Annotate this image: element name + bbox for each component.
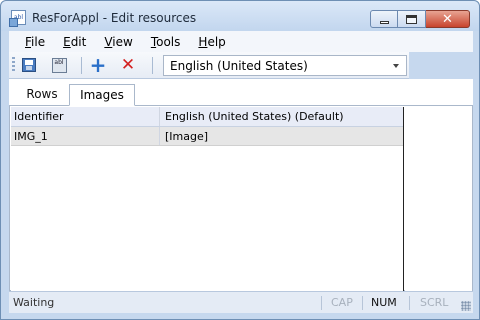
side-area: [405, 107, 472, 291]
caps-lock-indicator: CAP: [331, 296, 353, 309]
status-bar: Waiting CAP NUM SCRL: [9, 291, 473, 313]
delete-icon: ✕: [120, 55, 136, 75]
column-header-identifier[interactable]: Identifier: [11, 107, 160, 126]
toolbar-separator: [81, 57, 82, 74]
menu-bar: File Edit View Tools Help: [9, 31, 473, 52]
save-icon: [22, 58, 36, 72]
tab-strip: Rows Images: [9, 79, 473, 106]
column-header-english-default[interactable]: English (United States) (Default): [162, 107, 402, 126]
minimize-icon: [379, 20, 389, 24]
save-as-icon: abl: [51, 57, 67, 73]
table-row[interactable]: IMG_1 [Image]: [11, 127, 403, 146]
menu-help[interactable]: Help: [198, 35, 225, 49]
num-lock-indicator: NUM: [371, 296, 397, 309]
close-icon: ✕: [442, 11, 453, 27]
toolbar-separator: [152, 57, 153, 74]
caption-buttons: ✕: [370, 10, 470, 28]
menu-view[interactable]: View: [104, 35, 132, 49]
cell-identifier[interactable]: IMG_1: [11, 127, 160, 145]
add-button[interactable]: +: [89, 53, 107, 77]
app-resource-icon[interactable]: abl: [9, 10, 26, 27]
chevron-down-icon: [393, 64, 399, 68]
status-text: Waiting: [13, 296, 55, 309]
status-separator: [362, 296, 363, 310]
cell-value[interactable]: [Image]: [162, 127, 402, 145]
delete-button[interactable]: ✕: [119, 56, 137, 74]
status-separator: [409, 296, 410, 310]
toolbar-grip[interactable]: [12, 57, 15, 73]
resource-grid[interactable]: Identifier English (United States) (Defa…: [11, 107, 404, 291]
menu-file[interactable]: File: [25, 35, 45, 49]
tab-images[interactable]: Images: [69, 84, 135, 106]
menu-tools[interactable]: Tools: [151, 35, 181, 49]
maximize-button[interactable]: [398, 10, 426, 28]
menu-edit[interactable]: Edit: [63, 35, 86, 49]
minimize-button[interactable]: [370, 10, 398, 28]
close-button[interactable]: ✕: [426, 10, 470, 28]
language-select-value: English (United States): [170, 58, 308, 73]
tab-rows[interactable]: Rows: [13, 84, 71, 106]
save-as-button[interactable]: abl: [50, 56, 68, 74]
toolbar: abl + ✕ English (United States): [9, 52, 409, 79]
language-select[interactable]: English (United States): [163, 55, 407, 76]
images-panel: Identifier English (United States) (Defa…: [9, 106, 473, 291]
add-icon: +: [89, 53, 107, 77]
window-title: ResForAppl - Edit resources: [32, 11, 197, 25]
status-separator: [321, 296, 322, 310]
scroll-lock-indicator: SCRL: [420, 296, 449, 309]
grid-header: Identifier English (United States) (Defa…: [11, 107, 403, 127]
app-window: abl ResForAppl - Edit resources ✕ File E…: [0, 0, 480, 320]
save-button[interactable]: [20, 56, 38, 74]
maximize-icon: [406, 14, 417, 24]
resize-grip-icon[interactable]: [461, 301, 471, 311]
title-bar[interactable]: abl ResForAppl - Edit resources ✕: [1, 1, 479, 31]
